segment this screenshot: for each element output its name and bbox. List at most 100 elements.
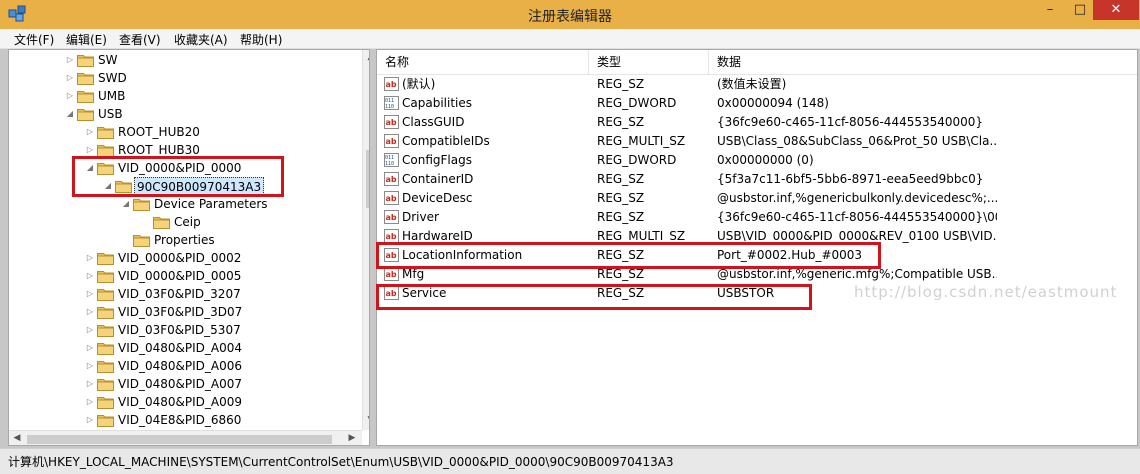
collapse-arrow-icon[interactable]: ◢ — [121, 195, 131, 213]
folder-icon — [97, 269, 114, 283]
scroll-right-icon[interactable]: ▶ — [345, 433, 359, 443]
value-type: REG_DWORD — [597, 96, 677, 110]
expand-arrow-icon[interactable]: ▷ — [85, 321, 95, 339]
tree-item[interactable]: ▷ UMB — [65, 87, 345, 105]
expand-arrow-icon[interactable]: ▷ — [65, 51, 75, 69]
tree-item-label: UMB — [98, 89, 126, 103]
expand-arrow-icon[interactable]: ▷ — [85, 411, 95, 429]
tree-vertical-scrollbar[interactable]: ▲ ▼ — [362, 50, 369, 430]
tree-item[interactable]: ▷ VID_0480&PID_A004 — [85, 339, 365, 357]
column-data-header[interactable]: 数据 — [709, 50, 1137, 75]
expand-arrow-icon[interactable]: ▷ — [85, 339, 95, 357]
tree-item[interactable]: ▷ ROOT_HUB30 — [85, 141, 365, 159]
tree-horizontal-scroll-thumb[interactable] — [27, 435, 332, 444]
tree-item[interactable]: ▷ SWD — [65, 69, 345, 87]
svg-text:ab: ab — [386, 118, 397, 127]
expand-arrow-icon[interactable]: ▷ — [85, 285, 95, 303]
tree-item[interactable]: ▷ ROOT_HUB20 — [85, 123, 365, 141]
tree-item-label: ROOT_HUB30 — [118, 143, 200, 157]
svg-text:ab: ab — [386, 175, 397, 184]
tree-item[interactable]: ▷ VID_0000&PID_0002 — [85, 249, 365, 267]
value-row[interactable]: 011 110 ConfigFlags REG_DWORD 0x00000000 (0) — [377, 151, 1137, 170]
tree-item[interactable]: ▷ VID_0480&PID_A006 — [85, 357, 365, 375]
value-row[interactable]: ab CompatibleIDs REG_MULTI_SZ USB\Class_08&… — [377, 132, 1137, 151]
expand-arrow-icon[interactable]: ▷ — [85, 249, 95, 267]
expand-arrow-icon[interactable]: ▷ — [85, 123, 95, 141]
value-row[interactable]: ab (默认) REG_SZ (数值未设置) — [377, 75, 1137, 94]
expand-arrow-icon[interactable]: ▷ — [85, 357, 95, 375]
value-row[interactable]: ab DeviceDesc REG_SZ @usbstor.inf,%genericb… — [377, 189, 1137, 208]
tree-item-label: ROOT_HUB20 — [118, 125, 200, 139]
expand-arrow-icon[interactable]: ▷ — [85, 303, 95, 321]
string-value-icon: ab — [384, 115, 399, 129]
value-row[interactable]: 011 110 Capabilities REG_DWORD 0x00000094 (1… — [377, 94, 1137, 113]
folder-icon — [97, 287, 114, 301]
value-data: Port_#0002.Hub_#0003 — [717, 248, 863, 262]
menu-help[interactable]: 帮助(H) — [240, 31, 282, 48]
tree-item[interactable]: ▷ SW — [65, 51, 345, 69]
tree-item[interactable]: Properties — [121, 231, 369, 249]
scroll-left-icon[interactable]: ◀ — [10, 433, 24, 443]
registry-tree[interactable]: ▷ SW ▷ SWD ▷ UMB ◢ USB ▷ ROOT_HUB20 ▷ ROOT_HUB30 ◢ VI… — [8, 49, 370, 446]
expand-arrow-icon[interactable]: ▷ — [85, 141, 95, 159]
value-row[interactable]: ab LocationInformation REG_SZ Port_#0002.Hu… — [377, 246, 1137, 265]
folder-icon — [97, 359, 114, 373]
value-row[interactable]: ab Service REG_SZ USBSTOR — [377, 284, 1137, 303]
menu-file[interactable]: 文件(F) — [14, 31, 54, 48]
menu-view[interactable]: 查看(V) — [119, 31, 161, 48]
expand-arrow-icon[interactable]: ▷ — [65, 87, 75, 105]
tree-horizontal-scrollbar[interactable]: ◀ ▶ — [9, 430, 362, 445]
tree-item[interactable]: ▷ VID_04E8&PID_6860 — [85, 411, 365, 429]
folder-icon — [97, 305, 114, 319]
expand-arrow-icon[interactable]: ▷ — [85, 393, 95, 411]
expand-arrow-icon[interactable]: ▷ — [65, 69, 75, 87]
maximize-button[interactable]: □ — [1067, 0, 1093, 20]
tree-item[interactable]: ▷ VID_0480&PID_A009 — [85, 393, 365, 411]
value-row[interactable]: ab Driver REG_SZ {36fc9e60-c465-11cf-8056-4… — [377, 208, 1137, 227]
expand-arrow-icon[interactable]: ▷ — [85, 267, 95, 285]
tree-item-label: VID_0480&PID_A006 — [118, 359, 243, 373]
tree-item[interactable]: ◢ 90C90B00970413A3 — [103, 177, 369, 197]
value-data: @usbstor.inf,%genericbulkonly.devicedesc… — [717, 191, 997, 205]
scroll-up-icon[interactable]: ▲ — [364, 52, 369, 62]
menu-favorites[interactable]: 收藏夹(A) — [174, 31, 228, 48]
tree-item[interactable]: ◢ Device Parameters — [121, 195, 369, 213]
tree-item[interactable]: Ceip — [141, 213, 369, 231]
value-row[interactable]: ab ClassGUID REG_SZ {36fc9e60-c465-11cf-805… — [377, 113, 1137, 132]
tree-item[interactable]: ◢ USB — [65, 105, 345, 123]
tree-item-label: VID_03F0&PID_3207 — [118, 287, 241, 301]
column-name-header[interactable]: 名称 — [377, 50, 589, 75]
status-bar: 计算机\HKEY_LOCAL_MACHINE\SYSTEM\CurrentCon… — [0, 448, 1140, 474]
collapse-arrow-icon[interactable]: ◢ — [103, 177, 113, 195]
tree-item[interactable]: ▷ VID_0480&PID_A007 — [85, 375, 365, 393]
string-value-icon: ab — [384, 172, 399, 186]
tree-item-label: VID_0000&PID_0000 — [118, 161, 242, 175]
value-data: USB\Class_08&SubClass_06&Prot_50 USB\Cla… — [717, 134, 997, 148]
folder-icon — [97, 125, 114, 139]
tree-item[interactable]: ▷ VID_03F0&PID_3207 — [85, 285, 365, 303]
svg-text:ab: ab — [386, 232, 397, 241]
value-row[interactable]: ab ContainerID REG_SZ {5f3a7c11-6bf5-5bb6-8… — [377, 170, 1137, 189]
value-data: USBSTOR — [717, 286, 775, 300]
values-list[interactable]: 名称 类型 数据 ab (默认) REG_SZ (数值未设置) 011 110 Capabi… — [376, 49, 1138, 446]
minimize-button[interactable]: – — [1033, 0, 1067, 20]
tree-vertical-scroll-thumb[interactable] — [366, 150, 369, 208]
value-name: HardwareID — [402, 229, 473, 243]
value-row[interactable]: ab Mfg REG_SZ @usbstor.inf,%generic.mfg%;Co… — [377, 265, 1137, 284]
tree-item[interactable]: ▷ VID_03F0&PID_5307 — [85, 321, 365, 339]
value-row[interactable]: ab HardwareID REG_MULTI_SZ USB\VID_0000&PID… — [377, 227, 1137, 246]
scroll-down-icon[interactable]: ▼ — [364, 415, 369, 425]
collapse-arrow-icon[interactable]: ◢ — [85, 159, 95, 177]
column-type-header[interactable]: 类型 — [589, 50, 709, 75]
tree-item[interactable]: ◢ VID_0000&PID_0000 — [85, 159, 365, 177]
folder-icon — [97, 377, 114, 391]
tree-item[interactable]: ▷ VID_0000&PID_0005 — [85, 267, 365, 285]
value-name: LocationInformation — [402, 248, 523, 262]
value-type: REG_SZ — [597, 172, 645, 186]
menu-edit[interactable]: 编辑(E) — [66, 31, 107, 48]
tree-item[interactable]: ▷ VID_03F0&PID_3D07 — [85, 303, 365, 321]
svg-text:ab: ab — [386, 80, 397, 89]
collapse-arrow-icon[interactable]: ◢ — [65, 105, 75, 123]
close-button[interactable]: ✕ — [1093, 0, 1139, 20]
expand-arrow-icon[interactable]: ▷ — [85, 375, 95, 393]
